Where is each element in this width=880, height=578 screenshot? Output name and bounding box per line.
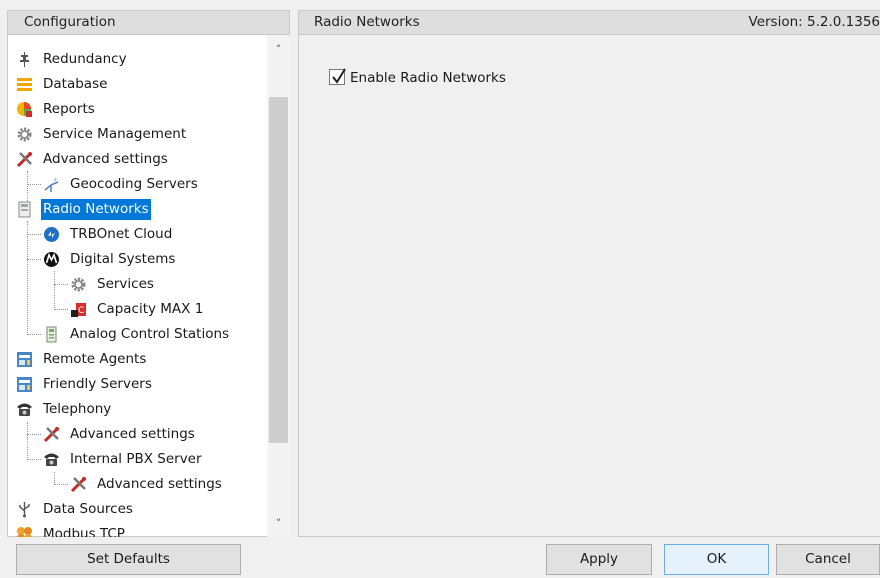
- ok-button[interactable]: OK: [664, 544, 769, 575]
- tree-item-capacity-max-1[interactable]: C Capacity MAX 1: [8, 297, 267, 322]
- capacity-max-icon: C: [70, 301, 87, 318]
- tree-item-data-sources[interactable]: Data Sources: [8, 497, 267, 522]
- modbus-icon: [16, 526, 33, 537]
- tree-item-digital-systems[interactable]: Digital Systems: [8, 247, 267, 272]
- scroll-thumb[interactable]: [269, 97, 288, 443]
- reports-icon: [16, 101, 33, 118]
- tree-item-geocoding-servers[interactable]: z Geocoding Servers: [8, 172, 267, 197]
- tree-item-reports[interactable]: Reports: [8, 97, 267, 122]
- enable-radio-networks-checkbox[interactable]: [329, 68, 346, 85]
- tree-item-services[interactable]: Services: [8, 272, 267, 297]
- gear-icon: [70, 276, 87, 293]
- telephone-icon: [43, 451, 60, 468]
- gear-icon: [16, 126, 33, 143]
- enable-radio-networks-label: Enable Radio Networks: [350, 70, 506, 86]
- tree-item-database[interactable]: Database: [8, 72, 267, 97]
- svg-text:z: z: [54, 177, 57, 183]
- tree-scrollbar[interactable]: ˄ ˅: [267, 35, 290, 537]
- radio-networks-panel: Radio Networks Version: 5.2.0.1356 Enabl…: [298, 10, 880, 537]
- configuration-panel: Configuration Redundancy Database Report…: [7, 10, 290, 537]
- tree-item-redundancy[interactable]: Redundancy: [8, 47, 267, 72]
- tools-icon: [70, 476, 87, 493]
- radio-network-icon: [16, 201, 33, 218]
- tree-item-modbus-tcp[interactable]: Modbus TCP: [8, 522, 267, 537]
- set-defaults-button[interactable]: Set Defaults: [16, 544, 241, 575]
- scroll-down-arrow-icon[interactable]: ˅: [267, 513, 290, 535]
- tree-item-radio-networks[interactable]: Radio Networks: [8, 197, 267, 222]
- cancel-button[interactable]: Cancel: [776, 544, 880, 575]
- panel-title: Radio Networks: [314, 14, 420, 30]
- tree-item-telephony[interactable]: Telephony: [8, 397, 267, 422]
- database-icon: [16, 76, 33, 93]
- tree-item-friendly-servers[interactable]: Friendly Servers: [8, 372, 267, 397]
- scroll-up-arrow-icon[interactable]: ˄: [267, 39, 290, 61]
- server-icon: [16, 351, 33, 368]
- apply-button[interactable]: Apply: [546, 544, 652, 575]
- tools-icon: [43, 426, 60, 443]
- version-label: Version: 5.2.0.1356: [748, 14, 880, 30]
- tree-item-trbonet-cloud[interactable]: TRBOnet Cloud: [8, 222, 267, 247]
- tree-item-telephony-advanced-settings[interactable]: Advanced settings: [8, 422, 267, 447]
- tree-item-advanced-settings[interactable]: Advanced settings: [8, 147, 267, 172]
- usb-icon: [16, 501, 33, 518]
- server-icon: [16, 376, 33, 393]
- configuration-header: Configuration: [8, 11, 289, 35]
- motorola-icon: [43, 251, 60, 268]
- tree-item-remote-agents[interactable]: Remote Agents: [8, 347, 267, 372]
- tree-item-pbx-advanced-settings[interactable]: Advanced settings: [8, 472, 267, 497]
- analog-station-icon: [43, 326, 60, 343]
- redundancy-icon: [16, 51, 33, 68]
- cloud-icon: [43, 226, 60, 243]
- telephone-icon: [16, 401, 33, 418]
- svg-text:C: C: [78, 306, 84, 316]
- configuration-tree: Redundancy Database Reports Service Mana…: [8, 35, 267, 537]
- tools-icon: [16, 151, 33, 168]
- geocoding-icon: z: [43, 176, 60, 193]
- tree-item-internal-pbx-server[interactable]: Internal PBX Server: [8, 447, 267, 472]
- radio-networks-header: Radio Networks Version: 5.2.0.1356: [299, 11, 880, 35]
- tree-item-analog-control-stations[interactable]: Analog Control Stations: [8, 322, 267, 347]
- tree-item-service-management[interactable]: Service Management: [8, 122, 267, 147]
